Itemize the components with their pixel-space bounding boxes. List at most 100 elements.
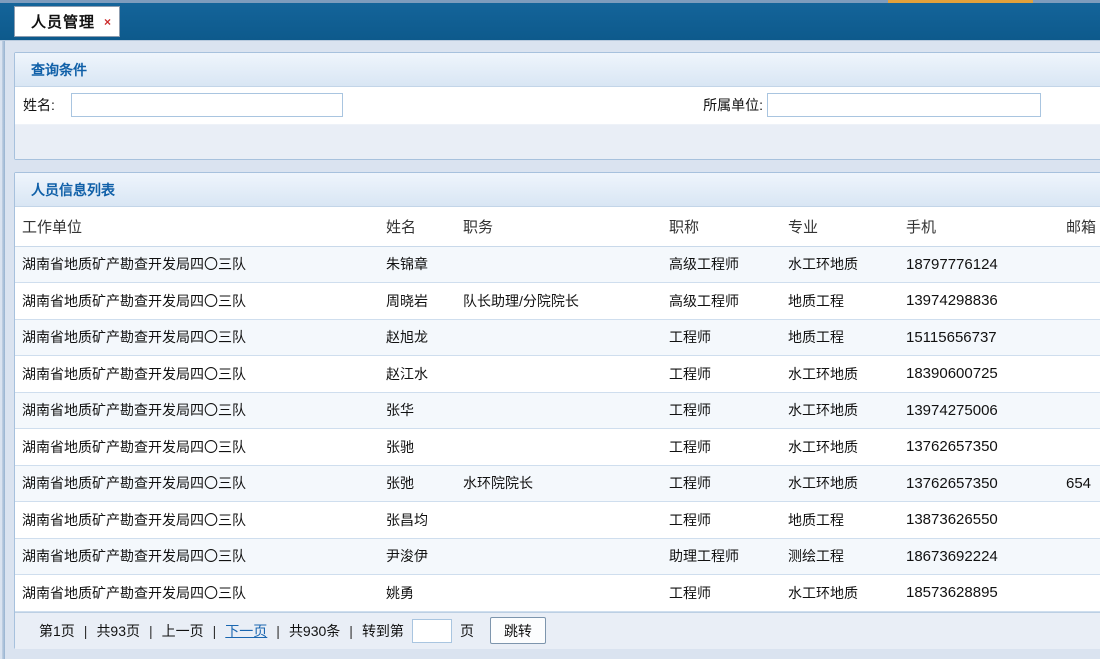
cell-specialty: 水工环地质 (781, 429, 899, 466)
unit-input[interactable] (767, 93, 1041, 117)
cell-position (456, 392, 662, 429)
total-pages-label: 共93页 (96, 621, 140, 641)
cell-specialty: 水工环地质 (781, 246, 899, 283)
cell-title: 高级工程师 (662, 283, 781, 320)
cell-title: 工程师 (662, 319, 781, 356)
table-row[interactable]: 湖南省地质矿产勘查开发局四〇三队周晓岩队长助理/分院院长高级工程师地质工程139… (15, 283, 1100, 320)
query-form-row: 姓名: 所属单位: (15, 87, 1100, 124)
cell-title: 工程师 (662, 465, 781, 502)
cell-phone: 18573628895 (899, 575, 1059, 612)
table-row[interactable]: 湖南省地质矿产勘查开发局四〇三队朱锦章高级工程师水工环地质18797776124 (15, 246, 1100, 283)
unit-field-label: 所属单位: (691, 87, 763, 124)
personnel-list-panel: 人员信息列表 工作单位姓名职务职称专业手机邮箱 湖南省地质矿产勘查开发局四〇三队… (14, 172, 1100, 649)
list-panel-title: 人员信息列表 (15, 173, 1100, 207)
cell-position (456, 538, 662, 575)
table-row[interactable]: 湖南省地质矿产勘查开发局四〇三队尹浚伊 助理工程师测绘工程18673692224 (15, 538, 1100, 575)
table-row[interactable]: 湖南省地质矿产勘查开发局四〇三队张昌均工程师地质工程13873626550 (15, 502, 1100, 539)
query-panel-footer (15, 124, 1100, 159)
goto-page-prefix: 转到第 (362, 621, 404, 641)
cell-position (456, 502, 662, 539)
tab-label: 人员管理 (31, 11, 95, 32)
cell-name: 姚勇 (379, 575, 456, 612)
pagination-separator: | (349, 623, 353, 639)
table-row[interactable]: 湖南省地质矿产勘查开发局四〇三队张弛水环院院长工程师水工环地质137626573… (15, 465, 1100, 502)
personnel-table: 工作单位姓名职务职称专业手机邮箱 湖南省地质矿产勘查开发局四〇三队朱锦章高级工程… (15, 207, 1100, 612)
pagination-separator: | (84, 623, 88, 639)
pagination-bar: 第1页 | 共93页 | 上一页 | 下一页 | 共930条 | 转到第 页 跳… (15, 612, 1100, 649)
pagination-separator: | (213, 623, 217, 639)
column-header: 专业 (781, 207, 899, 246)
cell-email (1059, 392, 1100, 429)
goto-page-suffix: 页 (460, 621, 474, 641)
cell-position (456, 246, 662, 283)
cell-phone: 15115656737 (899, 319, 1059, 356)
cell-position (456, 575, 662, 612)
cell-email (1059, 319, 1100, 356)
cell-unit: 湖南省地质矿产勘查开发局四〇三队 (15, 392, 379, 429)
cell-specialty: 水工环地质 (781, 392, 899, 429)
tab-personnel-management[interactable]: 人员管理 × (14, 6, 120, 37)
table-row[interactable]: 湖南省地质矿产勘查开发局四〇三队张华工程师水工环地质13974275006 (15, 392, 1100, 429)
cell-unit: 湖南省地质矿产勘查开发局四〇三队 (15, 356, 379, 393)
cell-phone: 13762657350 (899, 465, 1059, 502)
cell-position (456, 356, 662, 393)
cell-name: 朱锦章 (379, 246, 456, 283)
goto-page-input[interactable] (412, 619, 452, 643)
cell-unit: 湖南省地质矿产勘查开发局四〇三队 (15, 575, 379, 612)
jump-button[interactable]: 跳转 (490, 617, 546, 644)
cell-email (1059, 502, 1100, 539)
cell-email (1059, 246, 1100, 283)
cell-phone: 18673692224 (899, 538, 1059, 575)
cell-unit: 湖南省地质矿产勘查开发局四〇三队 (15, 246, 379, 283)
cell-title: 工程师 (662, 392, 781, 429)
cell-specialty: 水工环地质 (781, 465, 899, 502)
table-row[interactable]: 湖南省地质矿产勘查开发局四〇三队赵旭龙工程师地质工程15115656737 (15, 319, 1100, 356)
table-row[interactable]: 湖南省地质矿产勘查开发局四〇三队赵江水工程师水工环地质18390600725 (15, 356, 1100, 393)
cell-position (456, 429, 662, 466)
cell-specialty: 测绘工程 (781, 538, 899, 575)
cell-email (1059, 356, 1100, 393)
cell-position: 水环院院长 (456, 465, 662, 502)
cell-unit: 湖南省地质矿产勘查开发局四〇三队 (15, 465, 379, 502)
cell-unit: 湖南省地质矿产勘查开发局四〇三队 (15, 283, 379, 320)
column-header: 姓名 (379, 207, 456, 246)
cell-title: 工程师 (662, 356, 781, 393)
cell-position (456, 319, 662, 356)
cell-title: 助理工程师 (662, 538, 781, 575)
cell-email: 654 (1059, 465, 1100, 502)
cell-specialty: 地质工程 (781, 319, 899, 356)
cell-phone: 18390600725 (899, 356, 1059, 393)
table-row[interactable]: 湖南省地质矿产勘查开发局四〇三队姚勇工程师水工环地质18573628895 (15, 575, 1100, 612)
cell-name: 张弛 (379, 465, 456, 502)
table-header: 工作单位姓名职务职称专业手机邮箱 (15, 207, 1100, 246)
cell-specialty: 地质工程 (781, 502, 899, 539)
tab-close-icon[interactable]: × (104, 16, 111, 28)
current-page-label: 第1页 (39, 621, 75, 641)
cell-name: 张驰 (379, 429, 456, 466)
column-header: 邮箱 (1059, 207, 1100, 246)
tab-bar: 人员管理 × (0, 3, 1100, 41)
column-header: 职称 (662, 207, 781, 246)
cell-name: 赵江水 (379, 356, 456, 393)
cell-email (1059, 283, 1100, 320)
cell-phone: 13873626550 (899, 502, 1059, 539)
table-body: 湖南省地质矿产勘查开发局四〇三队朱锦章高级工程师水工环地质18797776124… (15, 246, 1100, 611)
name-input[interactable] (71, 93, 343, 117)
cell-email (1059, 538, 1100, 575)
cell-name: 尹浚伊 (379, 538, 456, 575)
cell-email (1059, 575, 1100, 612)
cell-unit: 湖南省地质矿产勘查开发局四〇三队 (15, 538, 379, 575)
column-header: 手机 (899, 207, 1059, 246)
cell-unit: 湖南省地质矿产勘查开发局四〇三队 (15, 502, 379, 539)
pagination-separator: | (149, 623, 153, 639)
cell-title: 工程师 (662, 429, 781, 466)
cell-unit: 湖南省地质矿产勘查开发局四〇三队 (15, 429, 379, 466)
main-content: 查询条件 姓名: 所属单位: 人员信息列表 工作单位姓名职务职称专业手机邮箱 湖… (14, 52, 1100, 649)
pagination-separator: | (276, 623, 280, 639)
cell-phone: 13974275006 (899, 392, 1059, 429)
table-row[interactable]: 湖南省地质矿产勘查开发局四〇三队张驰工程师水工环地质13762657350 (15, 429, 1100, 466)
next-page-link[interactable]: 下一页 (225, 621, 267, 641)
cell-unit: 湖南省地质矿产勘查开发局四〇三队 (15, 319, 379, 356)
prev-page-button[interactable]: 上一页 (162, 621, 204, 641)
cell-email (1059, 429, 1100, 466)
